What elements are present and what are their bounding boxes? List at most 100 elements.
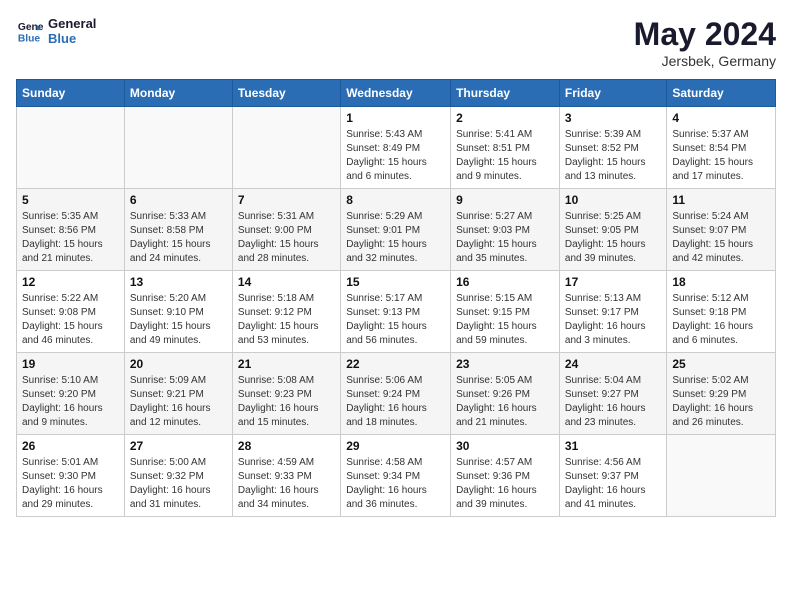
day-info: Sunrise: 4:57 AM Sunset: 9:36 PM Dayligh… [456,456,554,512]
day-info: Sunrise: 5:43 AM Sunset: 8:49 PM Dayligh… [346,128,445,184]
day-number: 1 [346,111,445,125]
day-number: 27 [130,439,227,453]
day-number: 18 [672,275,770,289]
calendar-cell: 12 Sunrise: 5:22 AM Sunset: 9:08 PM Dayli… [17,271,125,353]
day-number: 16 [456,275,554,289]
calendar-cell: 27 Sunrise: 5:00 AM Sunset: 9:32 PM Dayli… [124,435,232,517]
day-number: 14 [238,275,335,289]
page-header: General Blue General Blue May 2024 Jersb… [16,16,776,69]
svg-text:Blue: Blue [18,33,41,44]
logo-text-line2: Blue [48,31,96,46]
logo-text-line1: General [48,16,96,31]
day-info: Sunrise: 4:58 AM Sunset: 9:34 PM Dayligh… [346,456,445,512]
day-header-sunday: Sunday [17,80,125,107]
day-header-saturday: Saturday [667,80,776,107]
day-number: 19 [22,357,119,371]
day-header-thursday: Thursday [451,80,560,107]
calendar-cell [124,107,232,189]
day-info: Sunrise: 5:00 AM Sunset: 9:32 PM Dayligh… [130,456,227,512]
calendar-cell: 24 Sunrise: 5:04 AM Sunset: 9:27 PM Dayli… [559,353,666,435]
day-info: Sunrise: 5:02 AM Sunset: 9:29 PM Dayligh… [672,374,770,430]
day-number: 5 [22,193,119,207]
calendar-cell: 20Sunrise: 5:09 AM Sunset: 9:21 PM Dayli… [124,353,232,435]
day-number: 4 [672,111,770,125]
calendar-cell: 23 Sunrise: 5:05 AM Sunset: 9:26 PM Dayli… [451,353,560,435]
day-info: Sunrise: 5:29 AM Sunset: 9:01 PM Dayligh… [346,210,445,266]
calendar-cell: 9 Sunrise: 5:27 AM Sunset: 9:03 PM Daylig… [451,189,560,271]
calendar-cell: 21 Sunrise: 5:08 AM Sunset: 9:23 PM Dayli… [232,353,340,435]
calendar-cell: 19Sunrise: 5:10 AM Sunset: 9:20 PM Dayli… [17,353,125,435]
calendar-cell: 28Sunrise: 4:59 AM Sunset: 9:33 PM Dayli… [232,435,340,517]
day-number: 30 [456,439,554,453]
day-number: 6 [130,193,227,207]
day-info: Sunrise: 5:18 AM Sunset: 9:12 PM Dayligh… [238,292,335,348]
day-number: 23 [456,357,554,371]
svg-text:General: General [18,22,44,33]
day-number: 22 [346,357,445,371]
calendar-week-1: 1 Sunrise: 5:43 AM Sunset: 8:49 PM Daylig… [17,107,776,189]
calendar-cell: 13 Sunrise: 5:20 AM Sunset: 9:10 PM Dayli… [124,271,232,353]
day-header-tuesday: Tuesday [232,80,340,107]
calendar-cell: 16 Sunrise: 5:15 AM Sunset: 9:15 PM Dayli… [451,271,560,353]
day-number: 26 [22,439,119,453]
day-info: Sunrise: 4:56 AM Sunset: 9:37 PM Dayligh… [565,456,661,512]
calendar-cell: 2 Sunrise: 5:41 AM Sunset: 8:51 PM Daylig… [451,107,560,189]
title-block: May 2024 Jersbek, Germany [634,16,776,69]
calendar-week-3: 12 Sunrise: 5:22 AM Sunset: 9:08 PM Dayli… [17,271,776,353]
day-number: 7 [238,193,335,207]
day-info: Sunrise: 5:33 AM Sunset: 8:58 PM Dayligh… [130,210,227,266]
day-info: Sunrise: 5:01 AM Sunset: 9:30 PM Dayligh… [22,456,119,512]
day-info: Sunrise: 5:13 AM Sunset: 9:17 PM Dayligh… [565,292,661,348]
header-row: SundayMondayTuesdayWednesdayThursdayFrid… [17,80,776,107]
day-number: 28 [238,439,335,453]
day-number: 29 [346,439,445,453]
calendar-cell: 17Sunrise: 5:13 AM Sunset: 9:17 PM Dayli… [559,271,666,353]
calendar-cell: 5 Sunrise: 5:35 AM Sunset: 8:56 PM Daylig… [17,189,125,271]
calendar-cell: 10 Sunrise: 5:25 AM Sunset: 9:05 PM Dayli… [559,189,666,271]
calendar-week-2: 5 Sunrise: 5:35 AM Sunset: 8:56 PM Daylig… [17,189,776,271]
calendar-cell: 7Sunrise: 5:31 AM Sunset: 9:00 PM Daylig… [232,189,340,271]
day-info: Sunrise: 5:35 AM Sunset: 8:56 PM Dayligh… [22,210,119,266]
day-header-wednesday: Wednesday [341,80,451,107]
day-info: Sunrise: 5:22 AM Sunset: 9:08 PM Dayligh… [22,292,119,348]
day-number: 9 [456,193,554,207]
calendar-cell [232,107,340,189]
day-number: 25 [672,357,770,371]
day-info: Sunrise: 5:37 AM Sunset: 8:54 PM Dayligh… [672,128,770,184]
calendar-cell: 6 Sunrise: 5:33 AM Sunset: 8:58 PM Daylig… [124,189,232,271]
day-info: Sunrise: 5:08 AM Sunset: 9:23 PM Dayligh… [238,374,335,430]
month-year-title: May 2024 [634,16,776,53]
calendar-cell: 26 Sunrise: 5:01 AM Sunset: 9:30 PM Dayli… [17,435,125,517]
logo: General Blue General Blue [16,16,96,46]
day-info: Sunrise: 5:27 AM Sunset: 9:03 PM Dayligh… [456,210,554,266]
calendar-cell: 8 Sunrise: 5:29 AM Sunset: 9:01 PM Daylig… [341,189,451,271]
day-info: Sunrise: 5:25 AM Sunset: 9:05 PM Dayligh… [565,210,661,266]
day-info: Sunrise: 5:39 AM Sunset: 8:52 PM Dayligh… [565,128,661,184]
calendar-cell: 29 Sunrise: 4:58 AM Sunset: 9:34 PM Dayli… [341,435,451,517]
day-number: 8 [346,193,445,207]
calendar-week-5: 26 Sunrise: 5:01 AM Sunset: 9:30 PM Dayli… [17,435,776,517]
calendar-cell: 3Sunrise: 5:39 AM Sunset: 8:52 PM Daylig… [559,107,666,189]
calendar-cell: 14 Sunrise: 5:18 AM Sunset: 9:12 PM Dayli… [232,271,340,353]
day-number: 2 [456,111,554,125]
calendar-week-4: 19Sunrise: 5:10 AM Sunset: 9:20 PM Dayli… [17,353,776,435]
day-info: Sunrise: 5:15 AM Sunset: 9:15 PM Dayligh… [456,292,554,348]
calendar-cell [17,107,125,189]
day-info: Sunrise: 5:05 AM Sunset: 9:26 PM Dayligh… [456,374,554,430]
day-number: 12 [22,275,119,289]
day-info: Sunrise: 5:20 AM Sunset: 9:10 PM Dayligh… [130,292,227,348]
day-number: 13 [130,275,227,289]
day-info: Sunrise: 5:12 AM Sunset: 9:18 PM Dayligh… [672,292,770,348]
calendar-cell: 18 Sunrise: 5:12 AM Sunset: 9:18 PM Dayli… [667,271,776,353]
day-info: Sunrise: 5:17 AM Sunset: 9:13 PM Dayligh… [346,292,445,348]
day-number: 10 [565,193,661,207]
calendar-cell: 22 Sunrise: 5:06 AM Sunset: 9:24 PM Dayli… [341,353,451,435]
calendar-cell: 25 Sunrise: 5:02 AM Sunset: 9:29 PM Dayli… [667,353,776,435]
day-number: 21 [238,357,335,371]
day-number: 24 [565,357,661,371]
calendar-header: SundayMondayTuesdayWednesdayThursdayFrid… [17,80,776,107]
day-info: Sunrise: 5:04 AM Sunset: 9:27 PM Dayligh… [565,374,661,430]
calendar-table: SundayMondayTuesdayWednesdayThursdayFrid… [16,79,776,517]
day-info: Sunrise: 5:06 AM Sunset: 9:24 PM Dayligh… [346,374,445,430]
day-info: Sunrise: 5:41 AM Sunset: 8:51 PM Dayligh… [456,128,554,184]
